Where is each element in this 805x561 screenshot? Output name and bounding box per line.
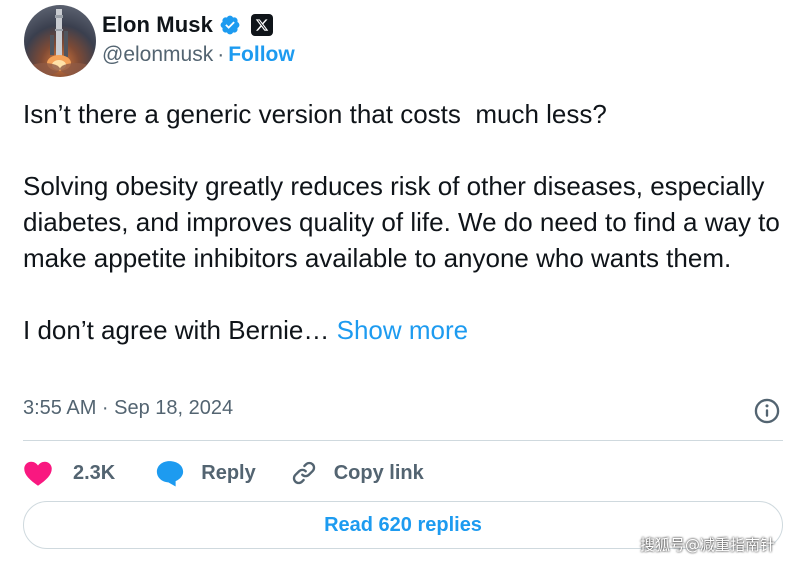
watermark-text: 搜狐号@减重指南针 — [640, 536, 776, 554]
divider — [23, 440, 783, 441]
copy-link-label: Copy link — [333, 461, 424, 484]
follow-button[interactable]: Follow — [228, 43, 295, 67]
show-more-link[interactable]: Show more — [337, 315, 469, 345]
tweet-text: Isn’t there a generic version that costs… — [23, 96, 783, 348]
avatar[interactable] — [24, 5, 96, 77]
like-count: 2.3K — [73, 461, 116, 484]
info-icon[interactable] — [753, 397, 781, 425]
tweet-paragraph-3-text: I don’t agree with Bernie… — [23, 315, 337, 345]
tweet-paragraph-3: I don’t agree with Bernie… Show more — [23, 312, 783, 348]
action-bar: 2.3K Reply Copy link — [23, 455, 424, 491]
verified-badge-icon — [220, 15, 240, 35]
handle-row: @elonmusk · Follow — [102, 43, 295, 67]
like-button[interactable]: 2.3K — [23, 459, 115, 487]
tweet-header: Elon Musk @elonmusk · Follow — [24, 5, 295, 77]
author-handle[interactable]: @elonmusk — [102, 43, 213, 67]
reply-button[interactable]: Reply — [155, 459, 256, 487]
tweet-paragraph-1: Isn’t there a generic version that costs… — [23, 99, 607, 129]
x-logo-icon — [250, 14, 273, 36]
tweet-paragraph-2: Solving obesity greatly reduces risk of … — [23, 171, 788, 273]
name-row: Elon Musk — [102, 9, 295, 41]
reply-label: Reply — [201, 461, 256, 484]
starship-launch-image — [28, 9, 92, 75]
tweet-timestamp[interactable]: 3:55 AM · Sep 18, 2024 — [23, 397, 233, 420]
heart-icon — [24, 461, 52, 486]
copy-link-button[interactable]: Copy link — [290, 459, 424, 487]
link-icon — [292, 461, 315, 485]
author-name[interactable]: Elon Musk — [102, 12, 213, 38]
separator-dot: · — [217, 43, 225, 66]
author-info: Elon Musk @elonmusk · Follow — [102, 9, 295, 67]
reply-bubble-icon — [157, 461, 184, 487]
